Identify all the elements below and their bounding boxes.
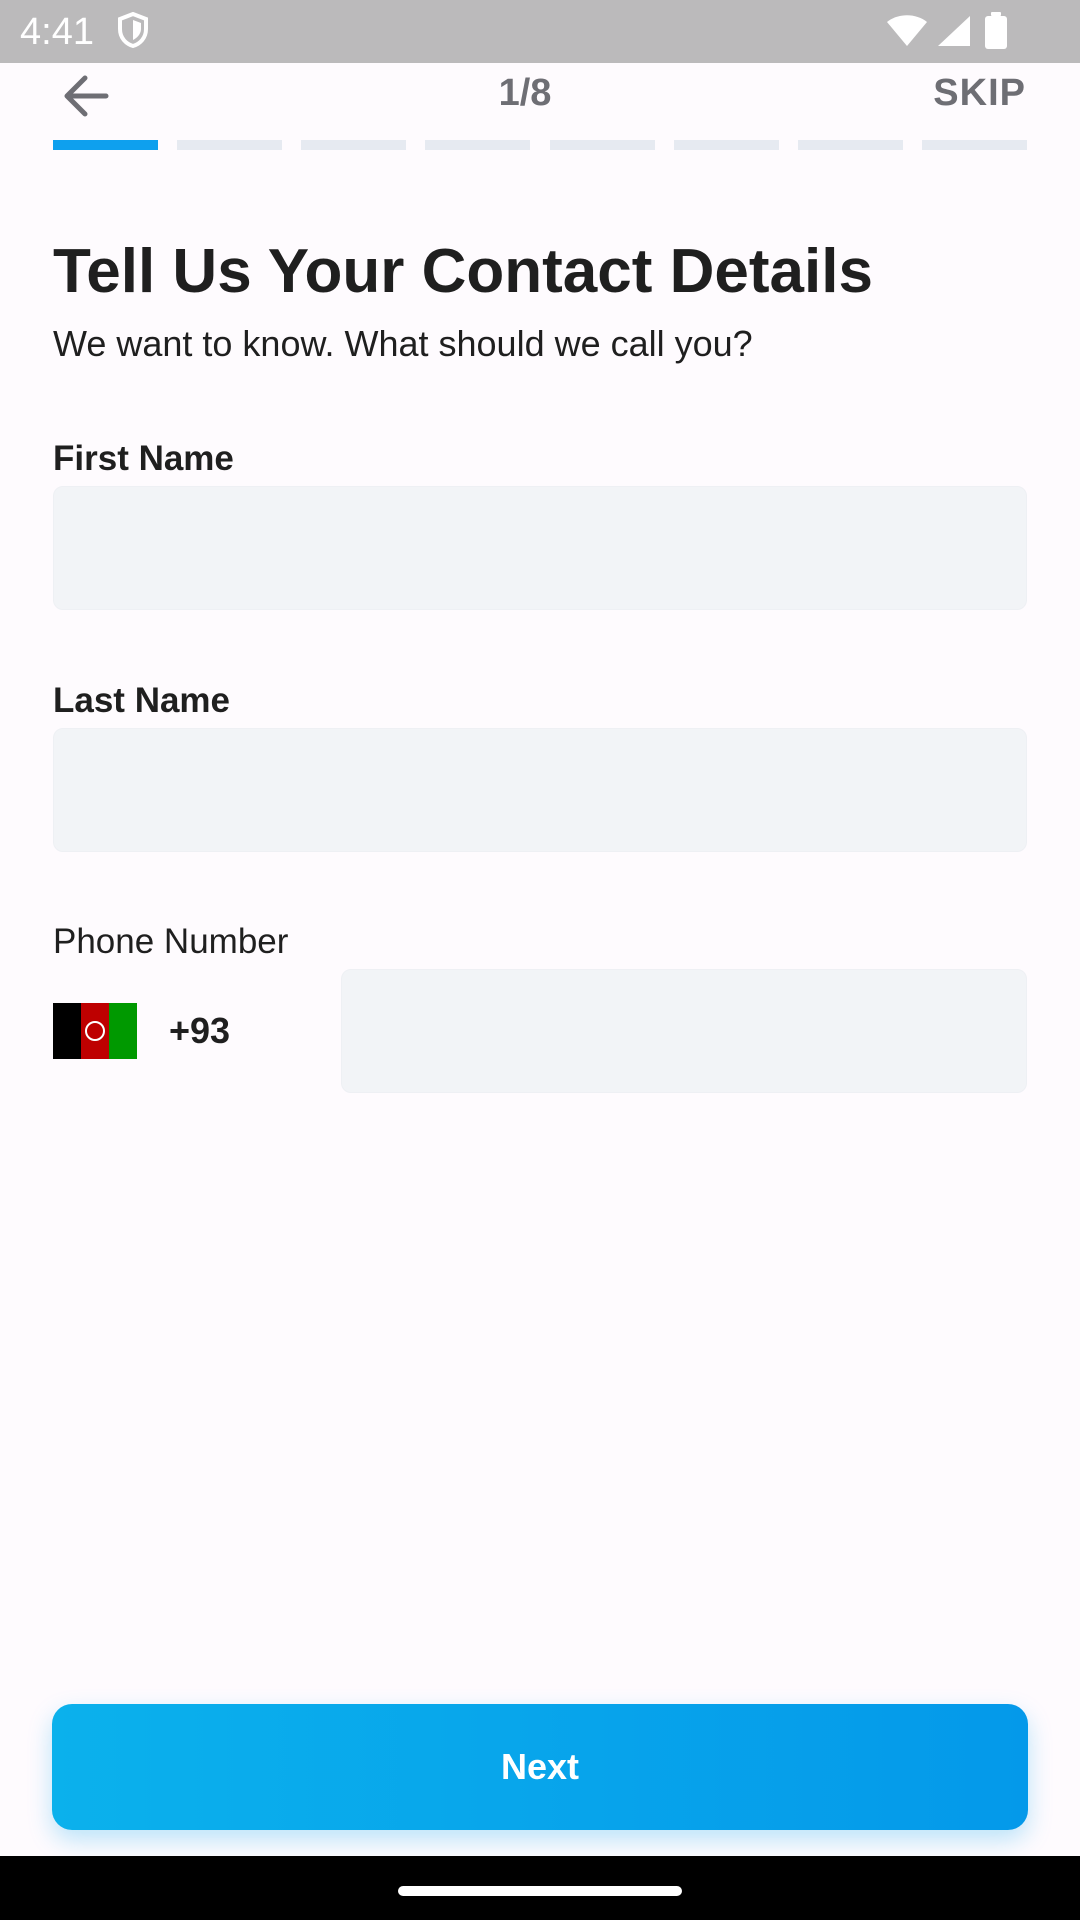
page-title: Tell Us Your Contact Details: [53, 237, 873, 306]
phone-number-field[interactable]: [341, 969, 1027, 1093]
phone-number-label: Phone Number: [53, 922, 289, 961]
country-code-picker[interactable]: +93: [53, 996, 313, 1066]
progress-segment-1: [53, 140, 158, 150]
progress-segment-6: [674, 140, 779, 150]
last-name-label: Last Name: [53, 681, 231, 720]
step-counter: 1/8: [498, 72, 552, 114]
dial-code: +93: [169, 1010, 231, 1051]
battery-icon: [985, 12, 1007, 49]
afghanistan-flag-icon: [53, 1003, 137, 1059]
progress-segment-4: [425, 140, 530, 150]
back-arrow-icon[interactable]: [58, 68, 114, 124]
skip-button[interactable]: SKIP: [933, 72, 1026, 115]
progress-segment-8: [922, 140, 1027, 150]
next-button[interactable]: Next: [52, 1704, 1028, 1830]
home-gesture-handle[interactable]: [398, 1886, 682, 1896]
progress-segment-7: [798, 140, 903, 150]
wifi-icon: [887, 15, 927, 46]
first-name-label: First Name: [53, 439, 234, 478]
progress-segment-3: [301, 140, 406, 150]
page-subtitle: We want to know. What should we call you…: [53, 323, 753, 364]
progress-segment-5: [550, 140, 655, 150]
signal-icon: [938, 16, 970, 46]
progress-segment-2: [177, 140, 282, 150]
shield-icon: [118, 12, 148, 48]
step-progress-bar: [53, 140, 1027, 150]
last-name-field[interactable]: [53, 728, 1027, 852]
status-bar: 4:41: [0, 0, 1080, 63]
status-time: 4:41: [20, 11, 94, 53]
navigation-bar: [0, 1856, 1080, 1920]
first-name-field[interactable]: [53, 486, 1027, 610]
